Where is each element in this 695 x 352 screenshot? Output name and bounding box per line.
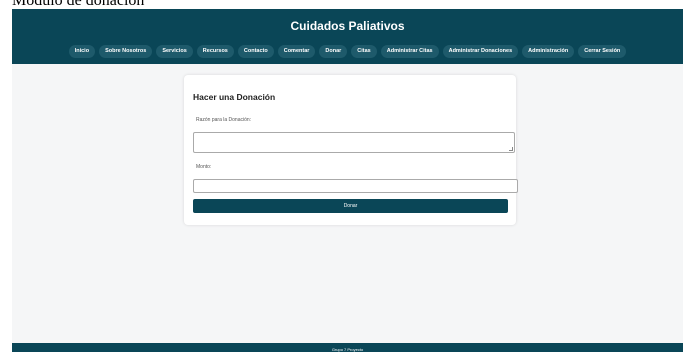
nav-item-sobre-nosotros[interactable]: Sobre Nosotros: [99, 45, 153, 58]
donation-form-card: Hacer una Donación Razón para la Donació…: [184, 75, 518, 225]
nav-item-administracion[interactable]: Administración: [522, 45, 575, 58]
amount-label: Monto:: [196, 164, 212, 170]
reason-label: Razón para la Donación:: [196, 117, 252, 123]
form-title: Hacer una Donación: [193, 92, 276, 102]
nav-item-administrar-donaciones[interactable]: Administrar Donaciones: [442, 45, 519, 58]
nav-item-cerrar-sesion[interactable]: Cerrar Sesión: [578, 45, 627, 58]
nav-item-administrar-citas[interactable]: Administrar Citas: [380, 45, 439, 58]
nav-item-recursos[interactable]: Recursos: [196, 45, 234, 58]
main-nav: Inicio Sobre Nosotros Servicios Recursos…: [12, 45, 683, 58]
resize-grip-icon[interactable]: [509, 147, 513, 151]
site-footer: Grupo 7 Proyecto: [12, 343, 683, 352]
nav-item-comentar[interactable]: Comentar: [277, 45, 316, 58]
page-caption: Modulo de donación: [12, 0, 145, 9]
site-header: Cuidados Paliativos Inicio Sobre Nosotro…: [12, 9, 683, 64]
nav-item-contacto[interactable]: Contacto: [237, 45, 274, 58]
browser-viewport: Cuidados Paliativos Inicio Sobre Nosotro…: [12, 9, 683, 352]
nav-item-citas[interactable]: Citas: [351, 45, 377, 58]
donate-button[interactable]: Donar: [193, 199, 508, 213]
site-title: Cuidados Paliativos: [290, 19, 405, 33]
reason-textarea[interactable]: [193, 132, 515, 153]
nav-item-inicio[interactable]: Inicio: [68, 45, 96, 58]
nav-item-servicios[interactable]: Servicios: [156, 45, 193, 58]
nav-item-donar[interactable]: Donar: [319, 45, 348, 58]
amount-input[interactable]: [193, 179, 518, 193]
